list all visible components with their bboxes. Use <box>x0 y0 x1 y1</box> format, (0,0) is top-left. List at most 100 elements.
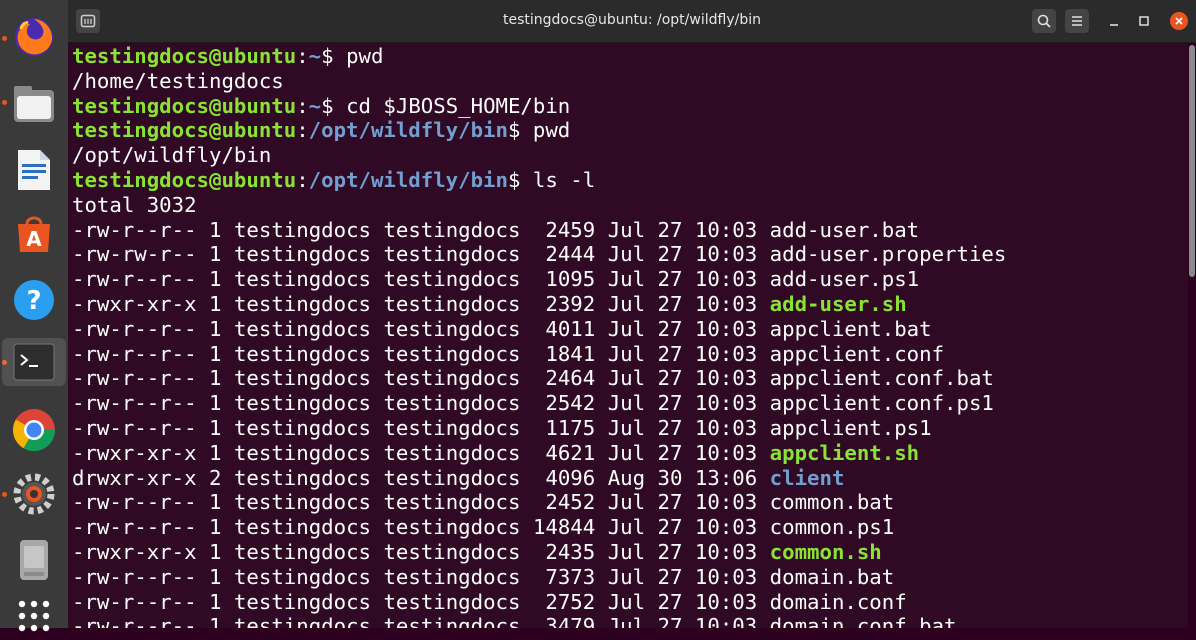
libreoffice-writer-icon[interactable] <box>10 146 58 194</box>
column-gap <box>222 614 234 628</box>
scrollbar-thumb[interactable] <box>1189 45 1195 277</box>
column-gap <box>595 391 607 415</box>
column-gap <box>371 416 383 440</box>
file-permissions: -rw-r--r-- <box>72 391 197 416</box>
file-time: 10:03 <box>694 589 758 614</box>
column-gap <box>682 267 694 291</box>
listing-row: -rw-r--r-- 1 testingdocs testingdocs 148… <box>72 515 1006 540</box>
column-gap <box>595 590 607 614</box>
file-month: Jul <box>607 614 646 628</box>
file-day: 27 <box>657 564 683 589</box>
column-gap <box>222 317 234 341</box>
column-gap <box>682 441 694 465</box>
column-gap <box>757 441 769 465</box>
software-center-icon[interactable]: A <box>10 210 58 258</box>
column-gap <box>222 218 234 242</box>
file-month: Jul <box>607 589 646 614</box>
help-icon[interactable]: ? <box>10 276 58 324</box>
listing-row: -rw-r--r-- 1 testingdocs testingdocs 347… <box>72 614 1006 628</box>
column-gap <box>645 416 657 440</box>
file-day: 27 <box>657 341 683 366</box>
column-gap <box>520 490 545 514</box>
column-gap <box>682 218 694 242</box>
settings-gear-icon[interactable] <box>10 470 58 518</box>
file-time: 10:03 <box>694 539 758 564</box>
close-icon[interactable] <box>1170 12 1188 30</box>
running-indicator <box>2 100 7 105</box>
column-gap <box>645 441 657 465</box>
column-gap <box>520 317 545 341</box>
link-count: 1 <box>209 539 222 564</box>
file-group: testingdocs <box>383 316 521 341</box>
trash-icon[interactable] <box>10 536 58 584</box>
listing-row: drwxr-xr-x 2 testingdocs testingdocs 409… <box>72 466 1006 491</box>
column-gap <box>682 317 694 341</box>
column-gap <box>645 267 657 291</box>
column-gap <box>682 391 694 415</box>
column-gap <box>197 590 209 614</box>
column-gap <box>595 540 607 564</box>
column-gap <box>371 267 383 291</box>
file-month: Jul <box>607 316 646 341</box>
files-icon[interactable] <box>10 80 58 128</box>
column-gap <box>371 466 383 490</box>
file-month: Jul <box>607 415 646 440</box>
file-group: testingdocs <box>383 267 521 292</box>
column-gap <box>520 441 545 465</box>
column-gap <box>371 292 383 316</box>
file-name: add-user.bat <box>769 217 920 242</box>
listing-row: -rw-r--r-- 1 testingdocs testingdocs 184… <box>72 342 1006 367</box>
column-gap <box>371 317 383 341</box>
prompt-line: testingdocs@ubuntu:/opt/wildfly/bin$ ls … <box>72 167 596 192</box>
link-count: 1 <box>209 366 222 391</box>
minimize-icon[interactable] <box>1102 9 1126 33</box>
column-gap <box>757 416 769 440</box>
file-day: 27 <box>657 614 683 628</box>
file-day: 27 <box>657 490 683 515</box>
terminal-icon[interactable] <box>2 338 66 386</box>
file-group: testingdocs <box>383 564 521 589</box>
file-name: domain.conf.bat <box>769 614 957 628</box>
column-gap <box>371 441 383 465</box>
column-gap <box>757 540 769 564</box>
file-month: Jul <box>607 217 646 242</box>
file-permissions: -rw-r--r-- <box>72 415 197 440</box>
file-month: Jul <box>607 515 646 540</box>
link-count: 1 <box>209 564 222 589</box>
column-gap <box>645 342 657 366</box>
file-owner: testingdocs <box>233 614 371 628</box>
file-name: domain.conf <box>769 589 907 614</box>
file-owner: testingdocs <box>233 415 371 440</box>
link-count: 1 <box>209 267 222 292</box>
terminal-output[interactable]: testingdocs@ubuntu:~$ pwd /home/testingd… <box>68 43 1188 628</box>
column-gap <box>595 490 607 514</box>
chrome-icon[interactable] <box>10 406 58 454</box>
file-permissions: -rwxr-xr-x <box>72 440 197 465</box>
file-month: Jul <box>607 539 646 564</box>
show-applications-icon[interactable] <box>10 592 58 640</box>
prompt-user-host: testingdocs@ubuntu <box>72 44 297 68</box>
file-time: 10:03 <box>694 291 758 316</box>
prompt-user-host: testingdocs@ubuntu <box>72 93 297 118</box>
link-count: 1 <box>209 440 222 465</box>
file-month: Jul <box>607 440 646 465</box>
file-permissions: -rw-r--r-- <box>72 614 197 628</box>
maximize-icon[interactable] <box>1132 9 1156 33</box>
hamburger-menu-icon[interactable] <box>1065 9 1089 33</box>
file-size: 4011 <box>545 316 596 341</box>
scrollbar[interactable] <box>1188 43 1196 628</box>
file-time: 10:03 <box>694 391 758 416</box>
window-titlebar[interactable]: testingdocs@ubuntu: /opt/wildfly/bin <box>68 0 1196 43</box>
column-gap <box>645 614 657 628</box>
output-line: /opt/wildfly/bin <box>72 143 272 168</box>
file-time: 10:03 <box>694 316 758 341</box>
file-owner: testingdocs <box>233 391 371 416</box>
column-gap <box>757 366 769 390</box>
prompt-path: /opt/wildfly/bin <box>308 118 508 143</box>
file-owner: testingdocs <box>233 564 371 589</box>
file-month: Jul <box>607 341 646 366</box>
column-gap <box>595 515 607 539</box>
firefox-icon[interactable] <box>10 13 58 61</box>
search-icon[interactable] <box>1032 9 1056 33</box>
file-permissions: -rw-r--r-- <box>72 267 197 292</box>
